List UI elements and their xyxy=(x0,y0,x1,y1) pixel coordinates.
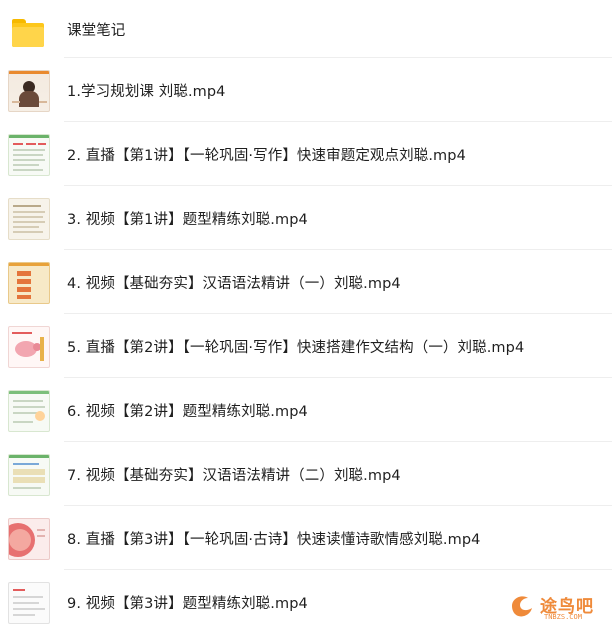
folder-row[interactable]: 课堂笔记 xyxy=(0,0,612,58)
video-thumbnail xyxy=(8,518,50,560)
file-row[interactable]: 8. 直播【第3讲】【一轮巩固·古诗】快速读懂诗歌情感刘聪.mp4 xyxy=(0,506,612,570)
file-row[interactable]: 6. 视频【第2讲】题型精练刘聪.mp4 xyxy=(0,378,612,442)
video-thumbnail xyxy=(8,390,50,432)
video-thumbnail xyxy=(8,198,50,240)
file-row[interactable]: 4. 视频【基础夯实】汉语语法精讲（一）刘聪.mp4 xyxy=(0,250,612,314)
video-thumbnail xyxy=(8,582,50,624)
file-row[interactable]: 2. 直播【第1讲】【一轮巩固·写作】快速审题定观点刘聪.mp4 xyxy=(0,122,612,186)
video-thumbnail xyxy=(8,262,50,304)
file-name: 2. 直播【第1讲】【一轮巩固·写作】快速审题定观点刘聪.mp4 xyxy=(67,147,466,164)
video-thumbnail xyxy=(8,454,50,496)
file-name: 5. 直播【第2讲】【一轮巩固·写作】快速搭建作文结构（一）刘聪.mp4 xyxy=(67,339,525,356)
file-row[interactable]: 1.学习规划课 刘聪.mp4 xyxy=(0,58,612,122)
folder-name: 课堂笔记 xyxy=(67,22,126,39)
file-row[interactable]: 5. 直播【第2讲】【一轮巩固·写作】快速搭建作文结构（一）刘聪.mp4 xyxy=(0,314,612,378)
video-thumbnail xyxy=(8,326,50,368)
file-name: 6. 视频【第2讲】题型精练刘聪.mp4 xyxy=(67,403,308,420)
video-thumbnail xyxy=(8,70,50,112)
bird-logo-icon xyxy=(512,596,532,617)
file-name: 1.学习规划课 刘聪.mp4 xyxy=(67,83,226,100)
file-row[interactable]: 3. 视频【第1讲】题型精练刘聪.mp4 xyxy=(0,186,612,250)
watermark-subtitle: TNBZS.COM xyxy=(544,613,582,621)
video-thumbnail xyxy=(8,134,50,176)
file-name: 3. 视频【第1讲】题型精练刘聪.mp4 xyxy=(67,211,308,228)
watermark: 途鸟吧 TNBZS.COM xyxy=(500,590,600,624)
file-list: 课堂笔记 1.学习规划课 刘聪.mp4 2. 直播【第1讲】【一轮巩固·写作】快… xyxy=(0,0,612,634)
file-row[interactable]: 7. 视频【基础夯实】汉语语法精讲（二）刘聪.mp4 xyxy=(0,442,612,506)
file-name: 8. 直播【第3讲】【一轮巩固·古诗】快速读懂诗歌情感刘聪.mp4 xyxy=(67,531,481,548)
folder-icon xyxy=(8,13,48,53)
file-name: 4. 视频【基础夯实】汉语语法精讲（一）刘聪.mp4 xyxy=(67,275,401,292)
file-name: 9. 视频【第3讲】题型精练刘聪.mp4 xyxy=(67,595,308,612)
file-name: 7. 视频【基础夯实】汉语语法精讲（二）刘聪.mp4 xyxy=(67,467,401,484)
